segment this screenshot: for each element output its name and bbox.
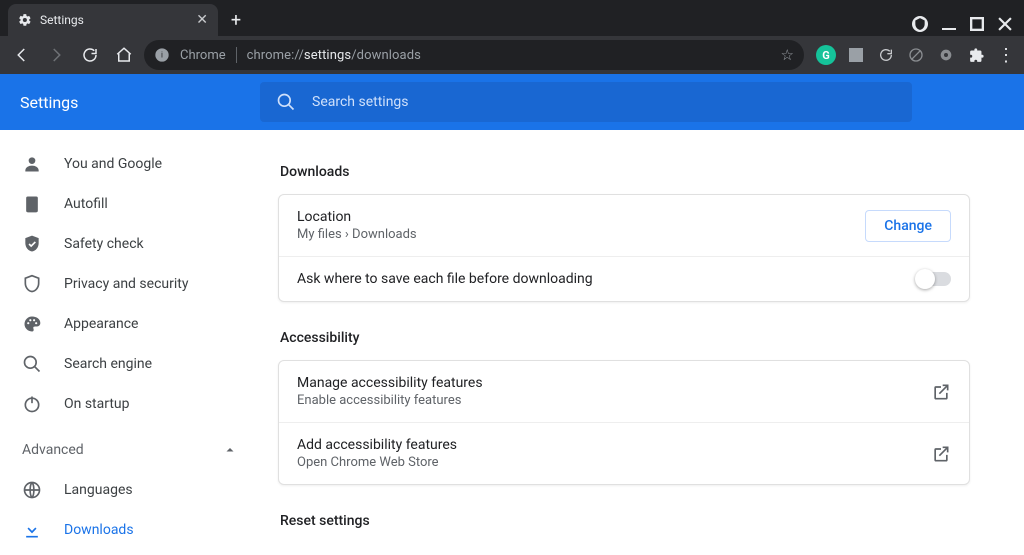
window-controls bbox=[912, 16, 1024, 36]
sidebar-item-accessibility[interactable]: Accessibility bbox=[0, 550, 258, 555]
minimize-icon[interactable] bbox=[942, 17, 956, 31]
url-prefix: chrome:// bbox=[247, 48, 304, 63]
address-bar[interactable]: i Chrome chrome://settings/downloads ☆ bbox=[144, 40, 804, 70]
back-button[interactable] bbox=[8, 41, 36, 69]
sidebar-item-label: Languages bbox=[64, 482, 133, 498]
settings-content: Downloads Location My files › Downloads … bbox=[258, 130, 1024, 555]
sidebar-item-search-engine[interactable]: Search engine bbox=[0, 344, 258, 384]
search-input[interactable] bbox=[312, 94, 896, 110]
shield-check-icon bbox=[22, 234, 42, 254]
sidebar-item-label: Autofill bbox=[64, 196, 108, 212]
globe-icon bbox=[22, 480, 42, 500]
settings-sidebar: You and Google Autofill Safety check Pri… bbox=[0, 130, 258, 555]
reload-button[interactable] bbox=[76, 41, 104, 69]
download-icon bbox=[22, 520, 42, 540]
sidebar-item-label: On startup bbox=[64, 396, 130, 412]
ask-before-download-row[interactable]: Ask where to save each file before downl… bbox=[279, 256, 969, 301]
download-location-row: Location My files › Downloads Change bbox=[279, 195, 969, 256]
sidebar-item-downloads[interactable]: Downloads bbox=[0, 510, 258, 550]
add-accessibility-sub: Open Chrome Web Store bbox=[297, 455, 915, 470]
page-header: Settings bbox=[0, 74, 1024, 130]
section-title-downloads: Downloads bbox=[280, 164, 970, 180]
maximize-icon[interactable] bbox=[970, 17, 984, 31]
search-settings[interactable] bbox=[260, 82, 912, 122]
location-value: My files › Downloads bbox=[297, 227, 849, 242]
manage-accessibility-row[interactable]: Manage accessibility features Enable acc… bbox=[279, 361, 969, 422]
palette-icon bbox=[22, 314, 42, 334]
url-text: chrome://settings/downloads bbox=[247, 48, 421, 63]
person-icon bbox=[22, 154, 42, 174]
sidebar-item-label: Downloads bbox=[64, 522, 134, 538]
gear-icon bbox=[18, 13, 32, 27]
sidebar-item-label: Search engine bbox=[64, 356, 152, 372]
page-title: Settings bbox=[0, 93, 260, 112]
manage-accessibility-label: Manage accessibility features bbox=[297, 375, 915, 391]
browser-toolbar: i Chrome chrome://settings/downloads ☆ G… bbox=[0, 36, 1024, 74]
add-accessibility-row[interactable]: Add accessibility features Open Chrome W… bbox=[279, 422, 969, 484]
sidebar-item-label: Appearance bbox=[64, 316, 138, 332]
location-label: Location bbox=[297, 209, 849, 225]
section-title-reset: Reset settings bbox=[280, 513, 970, 529]
sidebar-advanced-toggle[interactable]: Advanced bbox=[0, 430, 258, 470]
tab-title: Settings bbox=[40, 13, 188, 27]
extension-circle-icon[interactable] bbox=[936, 45, 956, 65]
sidebar-item-label: Safety check bbox=[64, 236, 144, 252]
external-link-icon bbox=[931, 444, 951, 464]
sidebar-item-safety-check[interactable]: Safety check bbox=[0, 224, 258, 264]
settings-page: Settings You and Google Autofill Safety … bbox=[0, 74, 1024, 555]
extension-reload-icon[interactable] bbox=[876, 45, 896, 65]
extension-grammarly-icon[interactable]: G bbox=[816, 45, 836, 65]
extensions-puzzle-icon[interactable] bbox=[966, 45, 986, 65]
extension-tray: G ⋮ bbox=[810, 45, 1016, 65]
url-path: /downloads bbox=[351, 48, 421, 63]
home-button[interactable] bbox=[110, 41, 138, 69]
status-indicator-icon[interactable] bbox=[912, 16, 928, 32]
search-icon bbox=[276, 92, 296, 112]
site-info-icon[interactable]: i bbox=[154, 47, 170, 63]
sidebar-item-label: Privacy and security bbox=[64, 276, 188, 292]
add-accessibility-label: Add accessibility features bbox=[297, 437, 915, 453]
downloads-card: Location My files › Downloads Change Ask… bbox=[278, 194, 970, 302]
manage-accessibility-sub: Enable accessibility features bbox=[297, 393, 915, 408]
new-tab-button[interactable]: + bbox=[222, 6, 250, 34]
accessibility-card: Manage accessibility features Enable acc… bbox=[278, 360, 970, 485]
sidebar-item-label: You and Google bbox=[64, 156, 162, 172]
close-icon[interactable]: ✕ bbox=[196, 12, 208, 28]
sidebar-item-appearance[interactable]: Appearance bbox=[0, 304, 258, 344]
search-icon bbox=[22, 354, 42, 374]
svg-text:i: i bbox=[161, 51, 163, 60]
sidebar-item-you-and-google[interactable]: You and Google bbox=[0, 144, 258, 184]
bookmark-star-icon[interactable]: ☆ bbox=[781, 46, 794, 64]
ask-before-download-label: Ask where to save each file before downl… bbox=[297, 271, 901, 287]
window-close-icon[interactable] bbox=[998, 17, 1012, 31]
external-link-icon bbox=[931, 382, 951, 402]
url-host: settings bbox=[304, 48, 351, 63]
clipboard-icon bbox=[22, 194, 42, 214]
browser-menu-icon[interactable]: ⋮ bbox=[996, 45, 1016, 65]
change-location-button[interactable]: Change bbox=[865, 210, 951, 242]
sidebar-item-on-startup[interactable]: On startup bbox=[0, 384, 258, 424]
omnibox-divider bbox=[236, 47, 237, 63]
sidebar-item-privacy[interactable]: Privacy and security bbox=[0, 264, 258, 304]
extension-square-icon[interactable] bbox=[846, 45, 866, 65]
sidebar-item-autofill[interactable]: Autofill bbox=[0, 184, 258, 224]
chevron-up-icon bbox=[224, 444, 236, 456]
window-titlebar: Settings ✕ + bbox=[0, 0, 1024, 36]
power-icon bbox=[22, 394, 42, 414]
browser-tab[interactable]: Settings ✕ bbox=[8, 4, 218, 36]
sidebar-item-languages[interactable]: Languages bbox=[0, 470, 258, 510]
extension-block-icon[interactable] bbox=[906, 45, 926, 65]
section-title-accessibility: Accessibility bbox=[280, 330, 970, 346]
shield-icon bbox=[22, 274, 42, 294]
advanced-label: Advanced bbox=[22, 442, 84, 458]
url-scheme-label: Chrome bbox=[180, 48, 226, 63]
ask-before-download-toggle[interactable] bbox=[917, 272, 951, 286]
forward-button[interactable] bbox=[42, 41, 70, 69]
